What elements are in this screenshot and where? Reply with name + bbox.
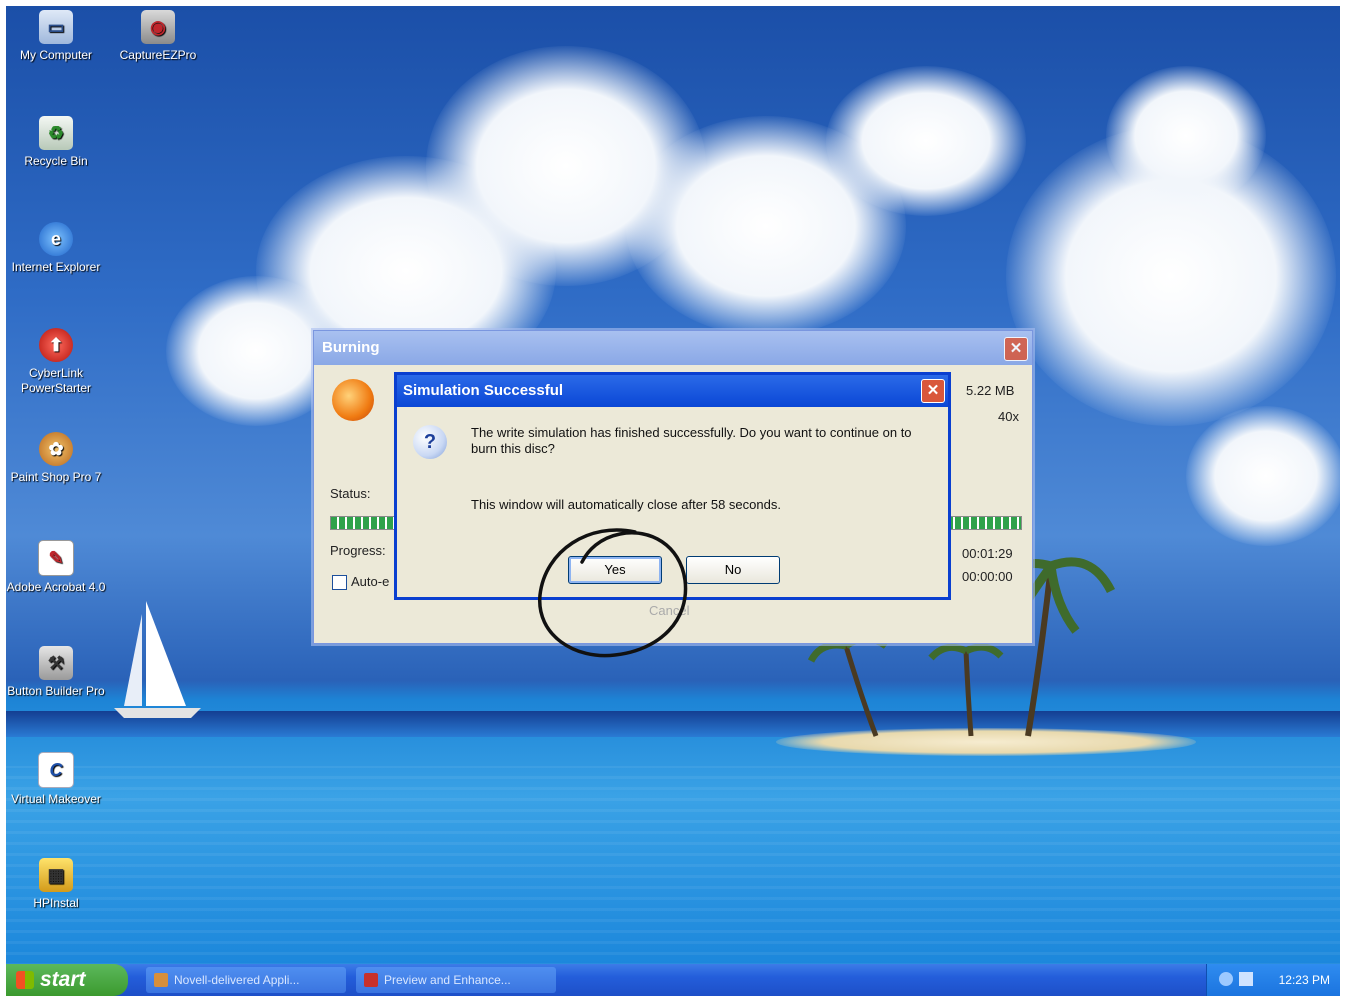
sailboat — [114, 601, 201, 718]
dialog-title: Simulation Successful — [397, 375, 948, 407]
app-window-icon — [154, 973, 168, 987]
desktop-icon-paint-shop-pro[interactable]: ✿ Paint Shop Pro 7 — [6, 432, 106, 485]
clock[interactable]: 12:23 PM — [1279, 973, 1330, 987]
desktop-icon-label: HPInstal — [33, 896, 79, 910]
status-label: Status: — [330, 486, 371, 501]
desktop-icon-label: My Computer — [19, 48, 93, 62]
dialog-close-button[interactable]: ✕ — [921, 379, 945, 403]
taskbar-item-novell[interactable]: Novell-delivered Appli... — [146, 967, 346, 993]
network-icon[interactable] — [1219, 972, 1233, 986]
auto-close-message: This window will automatically close aft… — [471, 497, 781, 512]
desktop-icon-my-computer[interactable]: ▭ My Computer — [6, 10, 106, 63]
elapsed-time: 00:01:29 — [962, 546, 1013, 561]
dialog-message: The write simulation has finished succes… — [471, 425, 912, 456]
auto-eject-label: Auto-e — [351, 574, 390, 589]
taskbar-item-label: Preview and Enhance... — [384, 973, 511, 987]
installer-icon: ▦ — [39, 858, 73, 892]
desktop-icon-label: Recycle Bin — [24, 154, 88, 168]
windows-logo-icon — [16, 971, 34, 989]
question-icon: ? — [413, 425, 447, 459]
computer-icon: ▭ — [39, 10, 73, 44]
speed-value: 40x — [998, 409, 1019, 424]
volume-icon[interactable] — [1239, 972, 1253, 986]
recycle-bin-icon: ♻ — [39, 116, 73, 150]
taskbar-item-label: Novell-delivered Appli... — [174, 973, 300, 987]
paint-palette-icon: ✿ — [39, 432, 73, 466]
desktop-icon-internet-explorer[interactable]: e Internet Explorer — [6, 222, 106, 275]
taskbar: start Novell-delivered Appli... Preview … — [6, 964, 1340, 996]
taskbar-item-preview[interactable]: Preview and Enhance... — [356, 967, 556, 993]
no-button[interactable]: No — [686, 556, 780, 584]
app-window-icon — [364, 973, 378, 987]
desktop-icon-button-builder-pro[interactable]: ⚒ Button Builder Pro — [6, 646, 106, 699]
burn-flame-icon — [332, 379, 374, 421]
desktop-icon-label: Paint Shop Pro 7 — [10, 470, 102, 484]
progress-label: Progress: — [330, 543, 386, 558]
desktop-icon-hpinstal[interactable]: ▦ HPInstal — [6, 858, 106, 911]
power-starter-icon: ⬆ — [39, 328, 73, 362]
remaining-time: 00:00:00 — [962, 569, 1013, 584]
desktop-icon-label: Internet Explorer — [11, 260, 101, 274]
desktop-icon-label: Button Builder Pro — [7, 684, 105, 698]
camera-icon: ◉ — [141, 10, 175, 44]
desktop-icon-label: CaptureEZPro — [119, 48, 197, 62]
desktop-icon-recycle-bin[interactable]: ♻ Recycle Bin — [6, 116, 106, 169]
burning-window-title: Burning — [314, 331, 1032, 365]
start-button[interactable]: start — [6, 964, 128, 996]
desktop-icon-virtual-makeover[interactable]: C Virtual Makeover — [6, 752, 106, 807]
start-label: start — [40, 968, 86, 991]
desktop-icon-label: Virtual Makeover — [11, 792, 101, 806]
desktop-icon-adobe-acrobat[interactable]: ✎ Adobe Acrobat 4.0 — [6, 540, 106, 595]
desktop-icon-cyberlink-powerstarter[interactable]: ⬆ CyberLink PowerStarter — [6, 328, 106, 396]
virtual-makeover-icon: C — [38, 752, 74, 788]
desktop-icon-label: Adobe Acrobat 4.0 — [6, 580, 106, 594]
size-value: 5.22 MB — [966, 383, 1015, 398]
system-tray: 12:23 PM — [1206, 964, 1340, 996]
hand-drawn-circle-annotation — [538, 528, 688, 658]
button-builder-icon: ⚒ — [39, 646, 73, 680]
burning-window-close-button[interactable]: ✕ — [1004, 337, 1028, 361]
pdf-document-icon: ✎ — [38, 540, 74, 576]
auto-eject-checkbox[interactable] — [332, 575, 347, 590]
internet-explorer-icon: e — [39, 222, 73, 256]
desktop-icon-label: CyberLink PowerStarter — [20, 366, 92, 395]
desktop-icon-captureezpro[interactable]: ◉ CaptureEZPro — [108, 10, 208, 63]
